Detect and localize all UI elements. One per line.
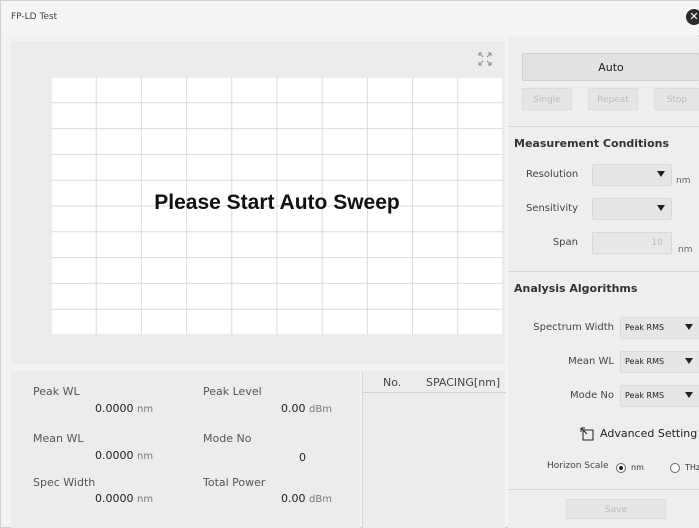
spacing-table-header: No. SPACING[nm] <box>363 371 506 393</box>
total-power-value: 0.00 dBm <box>281 492 332 505</box>
window-title: FP-LD Test <box>11 12 58 22</box>
analysis-algorithms-title: Analysis Algorithms <box>514 282 638 295</box>
spec-width-value: 0.0000 nm <box>95 492 154 505</box>
horizon-scale-label: Horizon Scale <box>547 461 609 471</box>
mode-no-value: Peak RMS <box>625 391 665 400</box>
spectrum-width-label: Spectrum Width <box>533 322 614 333</box>
span-unit: nm <box>678 245 693 255</box>
divider <box>508 271 699 272</box>
mean-wl-dropdown[interactable]: Peak RMS <box>620 351 699 373</box>
mean-wl-label: Mean WL <box>33 432 84 445</box>
spec-width-label: Spec Width <box>33 476 96 489</box>
chevron-down-icon <box>685 358 693 364</box>
mode-no-dropdown[interactable]: Peak RMS <box>620 385 699 407</box>
resolution-label: Resolution <box>526 169 579 180</box>
horizon-thz-label: THz <box>685 463 699 472</box>
resolution-unit: nm <box>676 176 691 186</box>
span-input[interactable]: 10 <box>592 232 672 254</box>
column-no: No. <box>383 376 402 389</box>
column-spacing: SPACING[nm] <box>426 376 501 389</box>
divider <box>508 126 699 127</box>
chevron-down-icon <box>657 205 665 211</box>
mode-no-value: 0 <box>299 451 306 464</box>
mode-no-label: Mode No <box>203 432 252 445</box>
mean-wl-algo-label: Mean WL <box>568 356 614 367</box>
span-value: 10 <box>651 238 663 248</box>
sensitivity-dropdown[interactable] <box>592 198 672 220</box>
advanced-setting-label: Advanced Setting <box>600 427 698 440</box>
horizon-thz-radio[interactable] <box>670 463 680 473</box>
stop-button[interactable]: Stop <box>654 88 699 110</box>
peak-level-label: Peak Level <box>203 385 262 398</box>
fp-ld-test-window: FP-LD Test ✕ Please Start Auto Sweep Pea… <box>0 0 699 528</box>
spectrum-width-dropdown[interactable]: Peak RMS <box>620 317 699 339</box>
single-button[interactable]: Single <box>522 88 572 110</box>
control-panel: Auto Single Repeat Stop Measurement Cond… <box>508 37 699 528</box>
spacing-table: No. SPACING[nm] <box>362 371 506 528</box>
close-icon[interactable]: ✕ <box>686 9 699 25</box>
mean-wl-value: Peak RMS <box>625 357 665 366</box>
sensitivity-label: Sensitivity <box>525 203 578 214</box>
save-button[interactable]: Save <box>566 499 666 519</box>
expand-icon[interactable] <box>477 52 493 66</box>
spectrum-width-value: Peak RMS <box>625 323 665 332</box>
start-sweep-message: Please Start Auto Sweep <box>154 191 400 214</box>
chevron-down-icon <box>657 171 665 177</box>
horizon-nm-label: nm <box>631 463 644 472</box>
measurement-conditions-title: Measurement Conditions <box>514 137 670 150</box>
results-panel: Peak WL 0.0000 nm Mean WL 0.0000 nm Spec… <box>11 371 360 528</box>
chevron-down-icon <box>685 324 693 330</box>
chevron-down-icon <box>685 392 693 398</box>
resolution-dropdown[interactable] <box>592 164 672 186</box>
peak-wl-value: 0.0000 nm <box>95 402 154 415</box>
open-dialog-icon <box>580 427 594 441</box>
mean-wl-value: 0.0000 nm <box>95 449 154 462</box>
peak-wl-label: Peak WL <box>33 385 80 398</box>
auto-button[interactable]: Auto <box>522 53 699 81</box>
total-power-label: Total Power <box>203 476 266 489</box>
horizon-nm-radio[interactable] <box>616 463 626 473</box>
repeat-button[interactable]: Repeat <box>588 88 638 110</box>
mode-no-algo-label: Mode No <box>569 390 614 401</box>
divider <box>508 489 699 490</box>
span-label: Span <box>552 237 578 248</box>
title-bar: FP-LD Test ✕ <box>1 1 699 35</box>
peak-level-value: 0.00 dBm <box>281 402 332 415</box>
